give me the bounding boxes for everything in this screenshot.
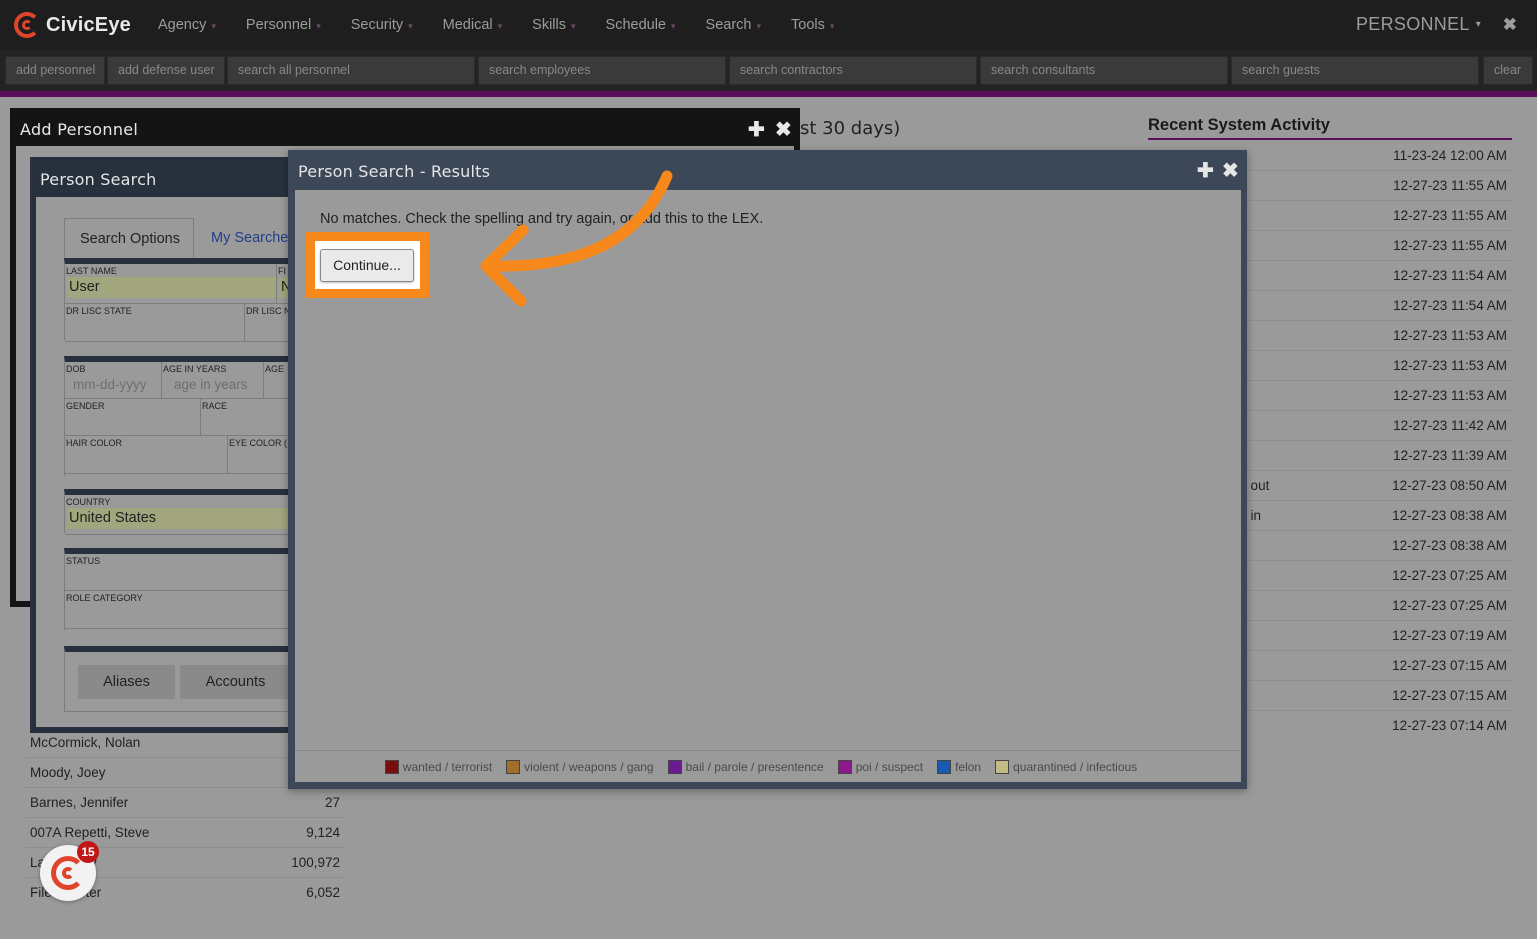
legend-item: bail / parole / presentence	[667, 759, 824, 774]
recent-activity-underline	[1148, 138, 1512, 140]
search-all-personnel-input[interactable]: search all personnel	[227, 56, 475, 85]
search-guests-input[interactable]: search guests	[1231, 56, 1479, 85]
accounts-button[interactable]: Accounts	[180, 665, 291, 699]
gender-field[interactable]: GENDER	[65, 399, 201, 436]
tab-my-searches[interactable]: My Searches	[196, 218, 296, 258]
caret-down-icon: ▾	[408, 21, 413, 31]
legend-swatch	[937, 759, 952, 774]
person-search-window: Person Search Search Options My Searches…	[30, 157, 297, 733]
brand[interactable]: CivicEye	[14, 12, 144, 38]
window-title: Person Search	[40, 170, 157, 189]
description-section: DOB mm-dd-yyyy AGE IN YEARS age in years…	[64, 356, 297, 476]
caret-down-icon: ▾	[671, 21, 676, 31]
legend-swatch	[384, 759, 399, 774]
menu-skills[interactable]: Skills ▾	[532, 17, 575, 33]
role-category-field[interactable]: ROLE CATEGORY	[65, 591, 297, 629]
legend-swatch	[506, 759, 521, 774]
menu-medical[interactable]: Medical ▾	[443, 17, 503, 33]
main-menu: Agency ▾ Personnel ▾ Security ▾ Medical ▾ Sk…	[158, 17, 864, 33]
status-section: STATUS ROLE CATEGORY	[64, 548, 297, 630]
recent-activity-title: Recent System Activity	[1148, 116, 1330, 134]
plus-icon[interactable]: ✚	[748, 117, 765, 142]
legend-swatch	[667, 759, 682, 774]
legend-item: wanted / terrorist	[384, 759, 492, 774]
no-matches-message: No matches. Check the spelling and try a…	[320, 211, 764, 227]
list-item[interactable]: Barnes, Jennifer 27	[25, 788, 345, 818]
toolbar: add personnel add defense user search al…	[0, 50, 1537, 91]
legend-item: felon	[937, 759, 981, 774]
search-contractors-input[interactable]: search contractors	[729, 56, 977, 85]
caret-down-icon: ▾	[316, 21, 321, 31]
section-menu[interactable]: PERSONNEL	[1356, 14, 1470, 35]
status-field[interactable]: STATUS	[65, 554, 297, 591]
add-personnel-button[interactable]: add personnel	[5, 56, 105, 85]
close-icon[interactable]: ✖	[1222, 158, 1239, 183]
caret-down-icon: ▾	[829, 21, 835, 31]
legend-item: quarantined / infectious	[995, 759, 1137, 774]
country-section: COUNTRY United States	[64, 489, 297, 535]
search-results-window: Person Search - Results ✚ ✖ No matches. …	[288, 150, 1247, 789]
legend: wanted / terrorist violent / weapons / g…	[295, 750, 1241, 782]
accent-bar	[0, 91, 1537, 97]
caret-down-icon: ▾	[571, 21, 576, 31]
caret-down-icon: ▾	[211, 21, 216, 31]
country-field[interactable]: COUNTRY United States	[65, 495, 297, 535]
hair-color-field[interactable]: HAIR COLOR	[65, 436, 228, 474]
legend-item: violent / weapons / gang	[506, 759, 654, 774]
aliases-button[interactable]: Aliases	[78, 665, 175, 699]
name-section: LAST NAME User FI N DR LISC STATE DR LIS…	[64, 258, 297, 342]
clear-button[interactable]: clear	[1483, 56, 1533, 85]
close-icon[interactable]: ✖	[1503, 15, 1517, 35]
nav-right: PERSONNEL ▾ ✖	[1356, 14, 1517, 35]
age-field[interactable]: AGE IN YEARS age in years	[162, 362, 264, 399]
dr-lisc-state-field[interactable]: DR LISC STATE	[65, 304, 245, 342]
last-name-field[interactable]: LAST NAME User	[65, 264, 277, 304]
search-consultants-input[interactable]: search consultants	[980, 56, 1228, 85]
caret-down-icon: ▾	[497, 21, 503, 31]
plus-icon[interactable]: ✚	[1197, 158, 1214, 183]
civiceye-logo-icon	[51, 856, 85, 890]
menu-schedule[interactable]: Schedule ▾	[606, 17, 676, 33]
close-icon[interactable]: ✖	[775, 117, 792, 142]
legend-item: poi / suspect	[837, 759, 923, 774]
list-item[interactable]: 007A Repetti, Steve 9,124	[25, 818, 345, 848]
brand-name: CivicEye	[46, 13, 131, 36]
eye-color-field[interactable]: EYE COLOR (	[228, 436, 297, 474]
search-employees-input[interactable]: search employees	[478, 56, 726, 85]
legend-swatch	[995, 759, 1010, 774]
dob-field[interactable]: DOB mm-dd-yyyy	[65, 362, 162, 399]
window-body: Search Options My Searches LAST NAME Use…	[36, 197, 297, 727]
window-title: Add Personnel	[20, 120, 139, 139]
menu-agency[interactable]: Agency ▾	[158, 17, 216, 33]
menu-tools[interactable]: Tools ▾	[791, 17, 834, 33]
panel-title-fragment: st 30 days)	[800, 118, 901, 139]
top-nav: CivicEye Agency ▾ Personnel ▾ Security ▾ Me…	[0, 0, 1537, 50]
menu-search[interactable]: Search ▾	[706, 17, 761, 33]
notification-badge: 15	[77, 841, 99, 863]
civiceye-logo-icon	[14, 12, 40, 38]
window-body: No matches. Check the spelling and try a…	[295, 190, 1241, 782]
caret-down-icon: ▾	[756, 21, 762, 31]
window-title: Person Search - Results	[298, 162, 491, 181]
continue-button[interactable]: Continue...	[320, 249, 414, 282]
add-defense-user-button[interactable]: add defense user	[107, 56, 225, 85]
legend-swatch	[837, 759, 852, 774]
race-field[interactable]: RACE	[201, 399, 297, 436]
caret-down-icon: ▾	[1475, 19, 1481, 30]
tab-search-options[interactable]: Search Options	[64, 218, 194, 258]
menu-security[interactable]: Security ▾	[351, 17, 413, 33]
menu-personnel[interactable]: Personnel ▾	[246, 17, 321, 33]
